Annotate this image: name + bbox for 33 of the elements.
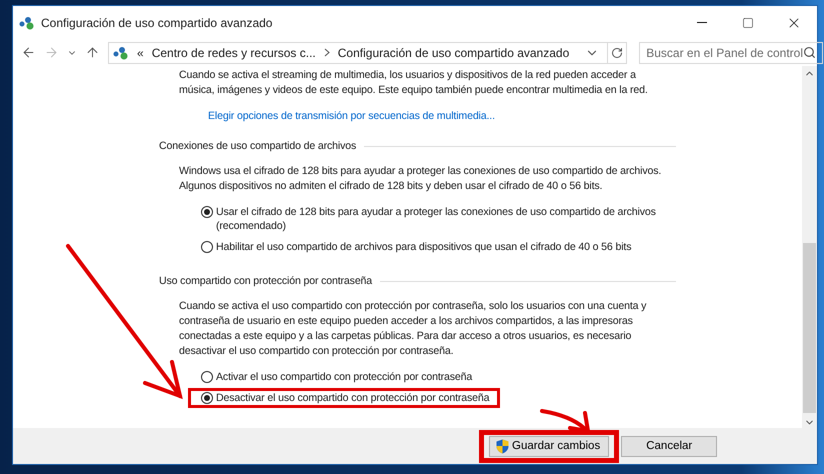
breadcrumb[interactable]: Centro de redes y recursos c... bbox=[152, 46, 316, 60]
paragraph: Cuando se activa el uso compartido con protección por contraseña, solo los usuarios con una cuenta y contraseña de usuario en este equipo pueden acceder a los archivos compartidos, a las impresoras conectadas a este equipo y a las carpetas públicas. Para dar acceso a otros usuarios, es necesario desactivar el uso compartido con protección por contraseña. bbox=[179, 299, 648, 359]
minimize-icon bbox=[697, 22, 707, 23]
radio-button[interactable] bbox=[201, 371, 213, 383]
radio-button[interactable] bbox=[201, 206, 213, 218]
radio-button[interactable] bbox=[201, 392, 213, 404]
search-icon bbox=[803, 46, 816, 59]
up-button[interactable] bbox=[85, 45, 100, 60]
cancel-button[interactable]: Cancelar bbox=[621, 436, 718, 456]
section-heading: Conexiones de uso compartido de archivos bbox=[159, 140, 356, 152]
network-icon bbox=[19, 16, 35, 30]
network-icon bbox=[113, 46, 129, 60]
address-bar[interactable]: « Centro de redes y recursos c... Configuración de uso compartido avanzado bbox=[108, 42, 628, 64]
radio-label[interactable]: Activar el uso compartido con protección por contraseña bbox=[216, 370, 472, 384]
radio-button[interactable] bbox=[201, 241, 213, 253]
maximize-icon bbox=[742, 16, 754, 28]
refresh-icon bbox=[611, 46, 624, 58]
chevron-icon bbox=[324, 48, 330, 57]
shield-icon bbox=[496, 438, 509, 454]
link[interactable]: Elegir opciones de transmisión por secuencias de multimedia... bbox=[208, 110, 495, 122]
window-title: Configuración de uso compartido avanzado bbox=[41, 16, 274, 30]
paragraph: Windows usa el cifrado de 128 bits para ayudar a proteger las conexiones de uso compartido de archivos. Algunos dispositivos no admiten el cifrado de 128 bits y deben usar el cifrado de 40 o 56 bits. bbox=[179, 164, 662, 194]
save-button[interactable]: Guardar cambios bbox=[479, 430, 620, 462]
radio-label[interactable]: Desactivar el uso compartido con protección por contraseña bbox=[216, 391, 490, 405]
search-field[interactable]: Buscar en el Panel de control bbox=[639, 42, 824, 64]
paragraph: Cuando se activa el streaming de multimedia, los usuarios y dispositivos de la red pueden acceder a música, imágenes y videos de este equipo. Este equipo también puede encontrar multimedia en la red. bbox=[179, 68, 649, 98]
scrollbar[interactable] bbox=[802, 66, 817, 428]
section-heading: Uso compartido con protección por contraseña bbox=[159, 275, 372, 287]
radio-label[interactable]: Usar el cifrado de 128 bits para ayudar a proteger las conexiones de uso compartido de archivos (recomendado) bbox=[216, 205, 677, 233]
radio-label[interactable]: Habilitar el uso compartido de archivos para dispositivos que usan el cifrado de 40 o 56 bits bbox=[216, 240, 632, 254]
overflow-crumb[interactable]: « bbox=[137, 46, 144, 60]
back-button[interactable] bbox=[21, 45, 36, 60]
breadcrumb[interactable]: Configuración de uso compartido avanzado bbox=[338, 46, 570, 60]
